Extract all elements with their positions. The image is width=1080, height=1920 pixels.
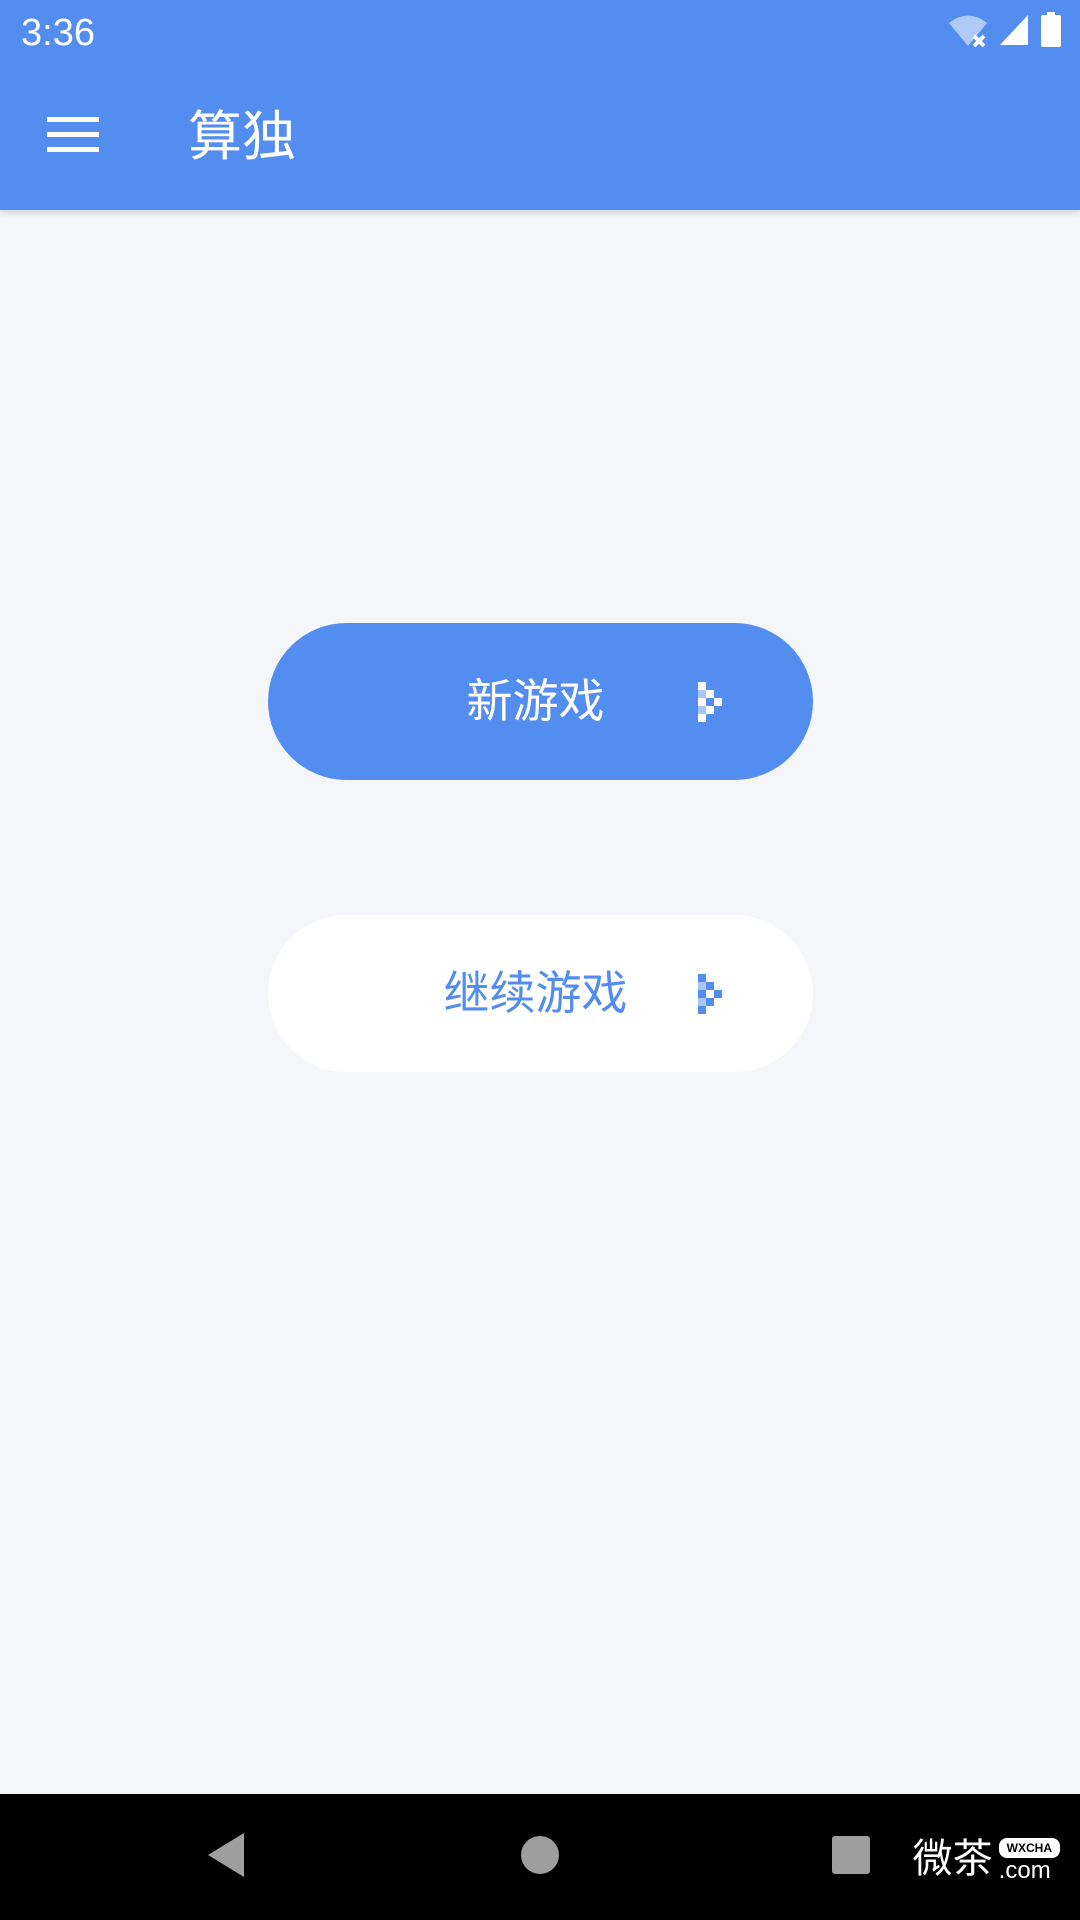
back-button[interactable] — [181, 1822, 271, 1892]
wifi-off-icon — [948, 12, 988, 52]
status-time: 3:36 — [21, 12, 95, 54]
chevron-right-icon — [696, 972, 740, 1016]
home-icon — [519, 1834, 561, 1880]
back-icon — [204, 1831, 248, 1883]
battery-icon — [1040, 12, 1062, 52]
home-button[interactable] — [495, 1822, 585, 1892]
status-icons — [948, 12, 1062, 52]
hamburger-menu-icon — [47, 115, 99, 159]
navigation-bar: 微茶 WXCHA .com — [0, 1794, 1080, 1920]
watermark: 微茶 WXCHA .com — [913, 1834, 1060, 1884]
watermark-domain: .com — [998, 1857, 1051, 1884]
menu-button[interactable] — [30, 102, 116, 172]
top-bar: 3:36 算独 — [0, 0, 1080, 210]
recents-icon — [830, 1834, 872, 1880]
status-bar: 3:36 — [0, 0, 1080, 64]
screen: 3:36 算独 新游戏 继续游戏 微茶 WXCHA .com — [0, 0, 1080, 1920]
watermark-badge: WXCHA — [998, 1838, 1060, 1858]
watermark-right: WXCHA .com — [998, 1838, 1060, 1884]
app-title: 算独 — [188, 105, 296, 168]
cellular-signal-icon — [998, 13, 1030, 51]
chevron-right-icon — [696, 680, 740, 724]
recents-button[interactable] — [806, 1822, 896, 1892]
watermark-text: 微茶 — [912, 1836, 993, 1882]
app-bar: 算独 — [0, 64, 1080, 210]
continue-game-button[interactable]: 继续游戏 — [268, 915, 813, 1084]
new-game-button[interactable]: 新游戏 — [268, 623, 813, 792]
